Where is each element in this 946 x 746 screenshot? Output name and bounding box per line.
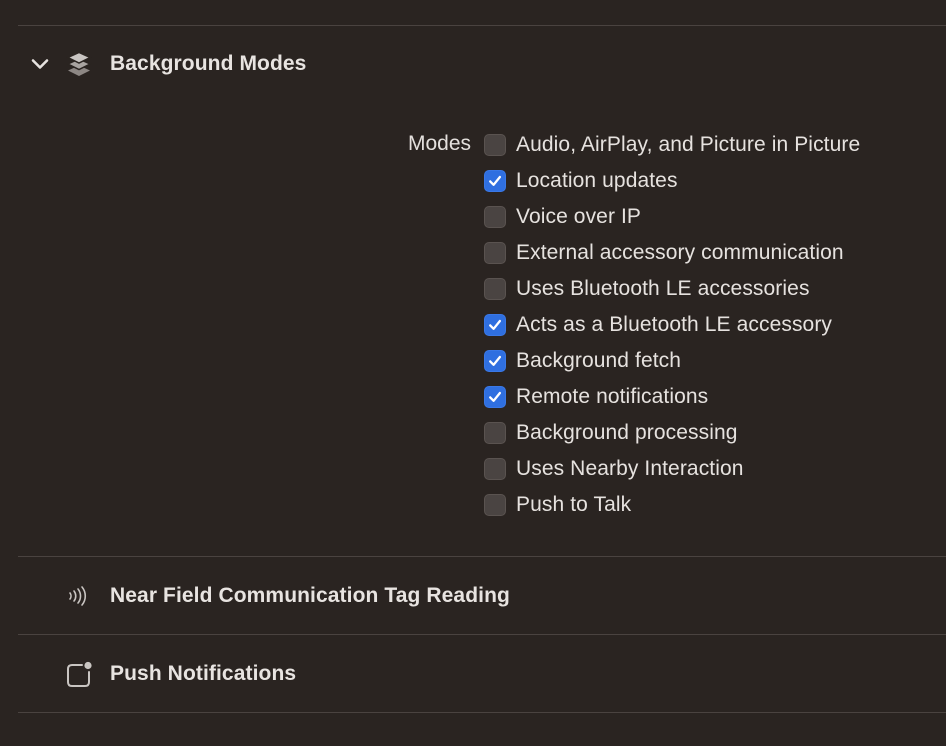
checkbox-unchecked[interactable]: [484, 422, 506, 444]
checkbox-unchecked[interactable]: [484, 494, 506, 516]
mode-row[interactable]: Background fetch: [484, 343, 860, 379]
mode-row[interactable]: Audio, AirPlay, and Picture in Picture: [484, 127, 860, 163]
section-divider: [18, 634, 946, 635]
mode-label: Remote notifications: [516, 385, 709, 408]
mode-label: Uses Nearby Interaction: [516, 457, 744, 480]
mode-label: Background processing: [516, 421, 738, 444]
background-modes-title: Background Modes: [110, 52, 307, 75]
push-notifications-title: Push Notifications: [110, 662, 297, 685]
checkbox-unchecked[interactable]: [484, 278, 506, 300]
checkbox-unchecked[interactable]: [484, 206, 506, 228]
mode-row[interactable]: Acts as a Bluetooth LE accessory: [484, 307, 860, 343]
mode-label: Push to Talk: [516, 493, 632, 516]
mode-row[interactable]: Voice over IP: [484, 199, 860, 235]
background-modes-list: Audio, AirPlay, and Picture in Picture Lo…: [484, 127, 860, 523]
checkbox-checked[interactable]: [484, 314, 506, 336]
checkmark-icon: [489, 175, 502, 186]
mode-label: Background fetch: [516, 349, 682, 372]
checkbox-unchecked[interactable]: [484, 134, 506, 156]
notification-badge-icon: [67, 661, 92, 687]
checkmark-icon: [489, 319, 502, 330]
mode-row[interactable]: Uses Nearby Interaction: [484, 451, 860, 487]
mode-row[interactable]: Push to Talk: [484, 487, 860, 523]
modes-label: Modes: [407, 132, 471, 155]
nfc-waves-icon: [69, 586, 87, 606]
top-divider: [18, 25, 946, 26]
checkbox-unchecked[interactable]: [484, 242, 506, 264]
push-notifications-header[interactable]: Push Notifications: [0, 654, 946, 694]
mode-row[interactable]: Background processing: [484, 415, 860, 451]
mode-row[interactable]: Remote notifications: [484, 379, 860, 415]
mode-label: External accessory communication: [516, 241, 844, 264]
mode-label: Acts as a Bluetooth LE accessory: [516, 313, 833, 336]
mode-row[interactable]: Uses Bluetooth LE accessories: [484, 271, 860, 307]
checkmark-icon: [489, 355, 502, 366]
mode-label: Audio, AirPlay, and Picture in Picture: [516, 133, 861, 156]
mode-label: Voice over IP: [516, 205, 642, 228]
mode-row[interactable]: Location updates: [484, 163, 860, 199]
mode-row[interactable]: External accessory communication: [484, 235, 860, 271]
section-divider: [18, 556, 946, 557]
bottom-divider: [18, 712, 946, 713]
checkmark-icon: [489, 391, 502, 402]
layers-icon: [66, 51, 92, 76]
mode-label: Uses Bluetooth LE accessories: [516, 277, 810, 300]
nfc-section-header[interactable]: Near Field Communication Tag Reading: [0, 576, 946, 616]
checkbox-checked[interactable]: [484, 170, 506, 192]
checkbox-unchecked[interactable]: [484, 458, 506, 480]
checkbox-checked[interactable]: [484, 350, 506, 372]
mode-label: Location updates: [516, 169, 678, 192]
checkbox-checked[interactable]: [484, 386, 506, 408]
background-modes-header[interactable]: Background Modes: [0, 44, 946, 84]
nfc-section-title: Near Field Communication Tag Reading: [110, 584, 510, 607]
chevron-down-icon[interactable]: [28, 52, 52, 76]
